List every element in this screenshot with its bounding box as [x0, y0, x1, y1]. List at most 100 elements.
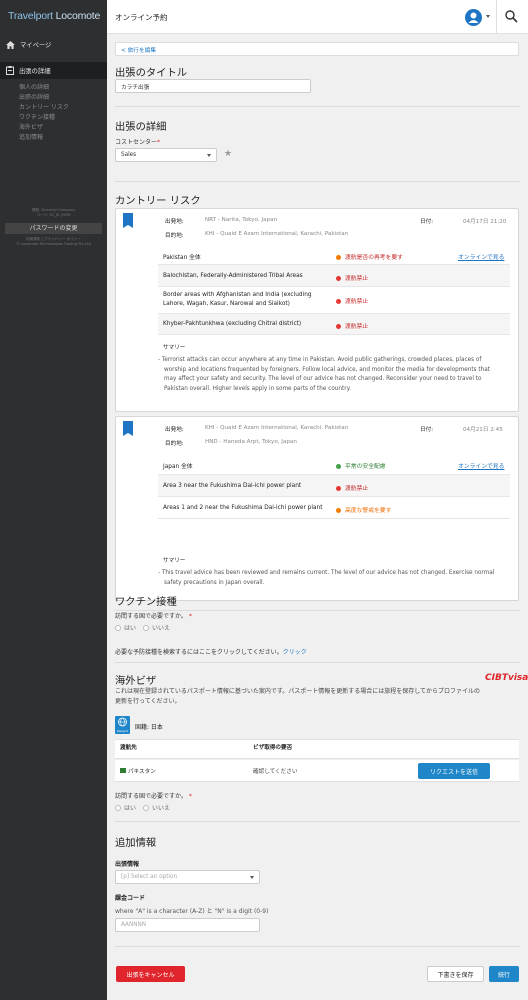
- vaccination-radio-group: はい いいえ: [115, 623, 170, 632]
- summary-label: サマリー: [163, 345, 186, 351]
- date-label: 日付:: [420, 219, 434, 225]
- sidebar-sub-visa[interactable]: 海外ビザ: [0, 123, 107, 133]
- vaccination-search-link[interactable]: クリック: [283, 649, 307, 656]
- date-value: 04月21日 2:45: [463, 427, 503, 433]
- risk-region: Pakistan 全体: [163, 255, 201, 261]
- top-bar: オンライン予約: [107, 0, 528, 34]
- status-dot-icon: [336, 324, 341, 329]
- risk-status: 渡航禁止: [336, 321, 368, 330]
- logo-travelport: Travelport: [8, 10, 53, 22]
- summary-line: Pakistan overall. Higher levels apply in…: [164, 385, 351, 392]
- visa-requirement: 確認してください: [253, 769, 298, 775]
- trip-details-heading: 出張の詳細: [115, 121, 167, 133]
- visa-desc-line: 更新を行ってください。: [115, 697, 181, 705]
- risk-status-text: 渡航禁止: [345, 324, 369, 330]
- trip-info-select[interactable]: [p] Select an option: [115, 870, 260, 884]
- cibt-logo-text: CIBTvisas: [485, 673, 528, 683]
- risk-region: Area 3 near the Fukushima Dai-ichi power…: [163, 483, 302, 489]
- send-request-button[interactable]: リクエストを送信: [418, 763, 490, 779]
- date-label: 日付:: [420, 427, 434, 433]
- cost-center-select[interactable]: Sales: [115, 148, 217, 162]
- app-logo[interactable]: Travelport Locomote: [0, 0, 107, 34]
- sidebar-sub-personal[interactable]: 個人の詳細: [0, 83, 107, 93]
- summary-line: may affect your safety and security. The…: [164, 376, 482, 383]
- required-mark: *: [188, 793, 192, 800]
- cost-center-label-text: コストセンター: [115, 139, 158, 146]
- additional-heading: 追加情報: [115, 837, 157, 849]
- risk-status-text: 高度な警戒を要す: [345, 508, 392, 514]
- risk-row: Japan 全体 平常の安全配慮 オンラインで見る: [158, 453, 510, 475]
- radio-yes[interactable]: [115, 805, 121, 811]
- departure-label: 出発地:: [165, 219, 184, 225]
- required-mark: *: [157, 139, 161, 146]
- view-online-link[interactable]: オンラインで見る: [458, 461, 504, 470]
- chevron-down-icon[interactable]: [486, 15, 490, 18]
- risk-region-line2: Lahore, Wagah, Kasur, Narowal and Sialko…: [163, 301, 290, 307]
- sidebar-sub-vaccination[interactable]: ワクチン接種: [0, 113, 107, 123]
- radio-no-label: いいえ: [151, 805, 170, 812]
- chevron-down-icon: [207, 153, 211, 157]
- sidebar-sub-trip[interactable]: 出張の詳細: [0, 93, 107, 103]
- sidebar-item-trip-details[interactable]: 出張の詳細: [0, 62, 107, 79]
- favorite-star-icon[interactable]: ★: [224, 149, 232, 159]
- risk-row: Pakistan 全体 渡航是否の再考を要す オンラインで見る: [158, 245, 510, 265]
- risk-status-text: 渡航禁止: [345, 486, 369, 492]
- continue-button[interactable]: 続行: [489, 966, 519, 982]
- radio-no-label: いいえ: [151, 625, 170, 632]
- passport-icon: Passport: [115, 716, 130, 734]
- section-divider: [115, 106, 520, 107]
- destination-value: HND - Haneda Arpt, Tokyo, Japan: [205, 439, 297, 445]
- trip-title-input[interactable]: カラチ出張: [115, 79, 311, 93]
- date-value: 04月17日 21:20: [463, 219, 507, 225]
- sidebar: Travelport Locomote マイページ 出張の詳細 個人の詳細 出張…: [0, 0, 107, 1000]
- vaccination-search: 必要な予防接種を検索するにはここをクリックしてください。クリック: [115, 647, 307, 656]
- sidebar-sub-additional[interactable]: 追加情報: [0, 133, 107, 143]
- section-divider: [115, 662, 520, 663]
- billing-code-input[interactable]: AANNNN: [115, 918, 260, 932]
- risk-region: Areas 1 and 2 near the Fukushima Dai-ich…: [163, 505, 323, 511]
- cancel-trip-button[interactable]: 出張をキャンセル: [116, 966, 185, 982]
- status-dot-icon: [336, 486, 341, 491]
- billing-code-hint: where "A" is a character (A-Z) と "N" is …: [115, 908, 269, 915]
- summary-line: safety precautions in Japan overall.: [164, 579, 265, 586]
- visa-table-header: 渡航先 ビザ取得の要否: [115, 739, 519, 759]
- save-draft-button[interactable]: 下書きを保存: [427, 966, 484, 982]
- destination-value: KHI - Quaid E Azam International, Karach…: [205, 231, 349, 237]
- col-requirement: ビザ取得の要否: [253, 745, 293, 751]
- bookmark-icon: [123, 421, 133, 436]
- risk-status: 渡航禁止: [336, 273, 368, 282]
- radio-no[interactable]: [142, 805, 149, 811]
- risk-region: Border areas with Afghanistan and India …: [163, 292, 312, 298]
- risk-row: Balochistan, Federally-Administered Trib…: [158, 265, 510, 287]
- visa-desc-line: これは現在登録されているパスポート情報に基づいた案内です。パスポート情報を更新す…: [115, 688, 481, 695]
- visa-heading: 海外ビザ: [115, 675, 157, 687]
- risk-region: Khyber-Pakhtunkhwa (excluding Chitral di…: [163, 321, 302, 327]
- section-divider: [115, 946, 520, 947]
- sidebar-sub-country-risk[interactable]: カントリー リスク: [0, 103, 107, 113]
- destination-label: 目的地:: [165, 441, 184, 447]
- billing-code-label: 課金コード: [115, 895, 146, 902]
- search-button[interactable]: [505, 10, 518, 25]
- logo-locomote: Locomote: [55, 10, 101, 22]
- view-online-link[interactable]: オンラインで見る: [458, 252, 504, 261]
- summary-text: - Terrorist attacks can occur anywhere a…: [158, 356, 490, 394]
- risk-row: Area 3 near the Fukushima Dai-ichi power…: [158, 475, 510, 497]
- radio-yes[interactable]: [115, 625, 121, 631]
- risk-status: 平常の安全配慮: [336, 461, 386, 470]
- nationality-label: 国籍: 日本: [135, 724, 163, 731]
- trip-title-value: カラチ出張: [121, 84, 150, 91]
- risk-status-text: 渡航是否の再考を要す: [345, 255, 403, 261]
- radio-no[interactable]: [142, 625, 149, 631]
- risk-segment-card: 出発地: NRT - Narita, Tokyo, Japan 日付: 04月1…: [115, 208, 519, 412]
- back-to-edit-link[interactable]: < 旅行を編集: [115, 42, 519, 56]
- sidebar-copyright: © Locomote Technologies Trading Pty Ltd: [16, 242, 91, 246]
- user-avatar[interactable]: [465, 9, 482, 26]
- visa-country: パキスタン: [128, 769, 156, 775]
- section-divider: [115, 181, 520, 182]
- departure-value: NRT - Narita, Tokyo, Japan: [205, 217, 278, 223]
- sidebar-item-home[interactable]: マイページ: [0, 36, 107, 53]
- home-icon: [6, 40, 15, 49]
- change-password-button[interactable]: パスワードの変更: [5, 223, 102, 234]
- clipboard-icon: [6, 66, 14, 75]
- destination-label: 目的地:: [165, 233, 184, 239]
